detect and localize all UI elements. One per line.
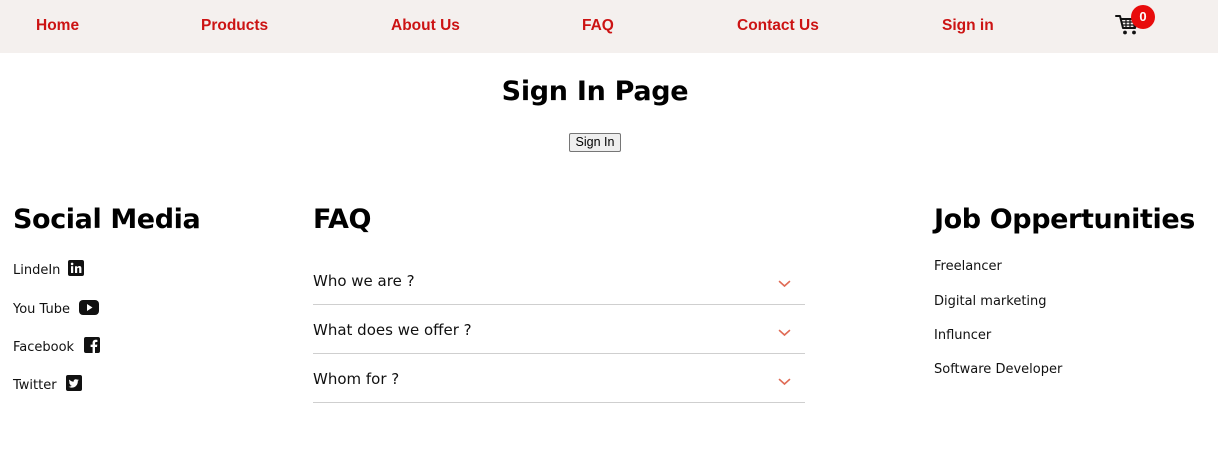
social-item-label: Twitter <box>13 377 57 393</box>
nav-home-link[interactable]: Home <box>36 17 79 35</box>
job-opportunities-heading: Job Oppertunities <box>934 204 1195 235</box>
social-item-linkedin[interactable]: LindeIn <box>13 260 85 280</box>
faq-question: Who we are ? <box>313 272 415 290</box>
page-title: Sign In Page <box>501 76 689 107</box>
social-item-label: LindeIn <box>13 262 61 278</box>
social-item-label: Facebook <box>13 339 75 355</box>
faq-item[interactable]: What does we offer ? <box>313 305 805 354</box>
youtube-icon <box>79 299 99 319</box>
faq-item[interactable]: Who we are ? <box>313 256 805 305</box>
nav-signin-link[interactable]: Sign in <box>942 17 994 35</box>
job-item-freelancer[interactable]: Freelancer <box>934 259 1002 274</box>
nav-contact-link[interactable]: Contact Us <box>737 17 819 35</box>
linkedin-icon <box>68 260 85 280</box>
job-item-digital-marketing[interactable]: Digital marketing <box>934 294 1047 309</box>
nav-about-link[interactable]: About Us <box>391 17 460 35</box>
facebook-icon <box>84 337 101 357</box>
social-media-heading: Social Media <box>13 204 201 235</box>
navbar: Home Products About Us FAQ Contact Us Si… <box>0 0 1218 53</box>
chevron-down-icon[interactable] <box>778 322 791 341</box>
nav-products-link[interactable]: Products <box>201 17 268 35</box>
faq-question: Whom for ? <box>313 370 400 388</box>
job-item-software-developer[interactable]: Software Developer <box>934 362 1062 377</box>
social-item-label: You Tube <box>13 301 70 317</box>
job-item-influncer[interactable]: Influncer <box>934 328 991 343</box>
social-item-facebook[interactable]: Facebook <box>13 337 101 357</box>
nav-faq-link[interactable]: FAQ <box>582 17 614 35</box>
faq-heading: FAQ <box>313 204 371 235</box>
social-item-youtube[interactable]: You Tube <box>13 299 99 319</box>
chevron-down-icon[interactable] <box>778 371 791 390</box>
chevron-down-icon[interactable] <box>778 273 791 292</box>
cart-count-badge: 0 <box>1131 5 1155 29</box>
faq-item[interactable]: Whom for ? <box>313 354 805 403</box>
sign-in-button[interactable]: Sign In <box>569 133 621 152</box>
social-item-twitter[interactable]: Twitter <box>13 375 82 395</box>
faq-question: What does we offer ? <box>313 321 472 339</box>
twitter-icon <box>65 375 82 395</box>
